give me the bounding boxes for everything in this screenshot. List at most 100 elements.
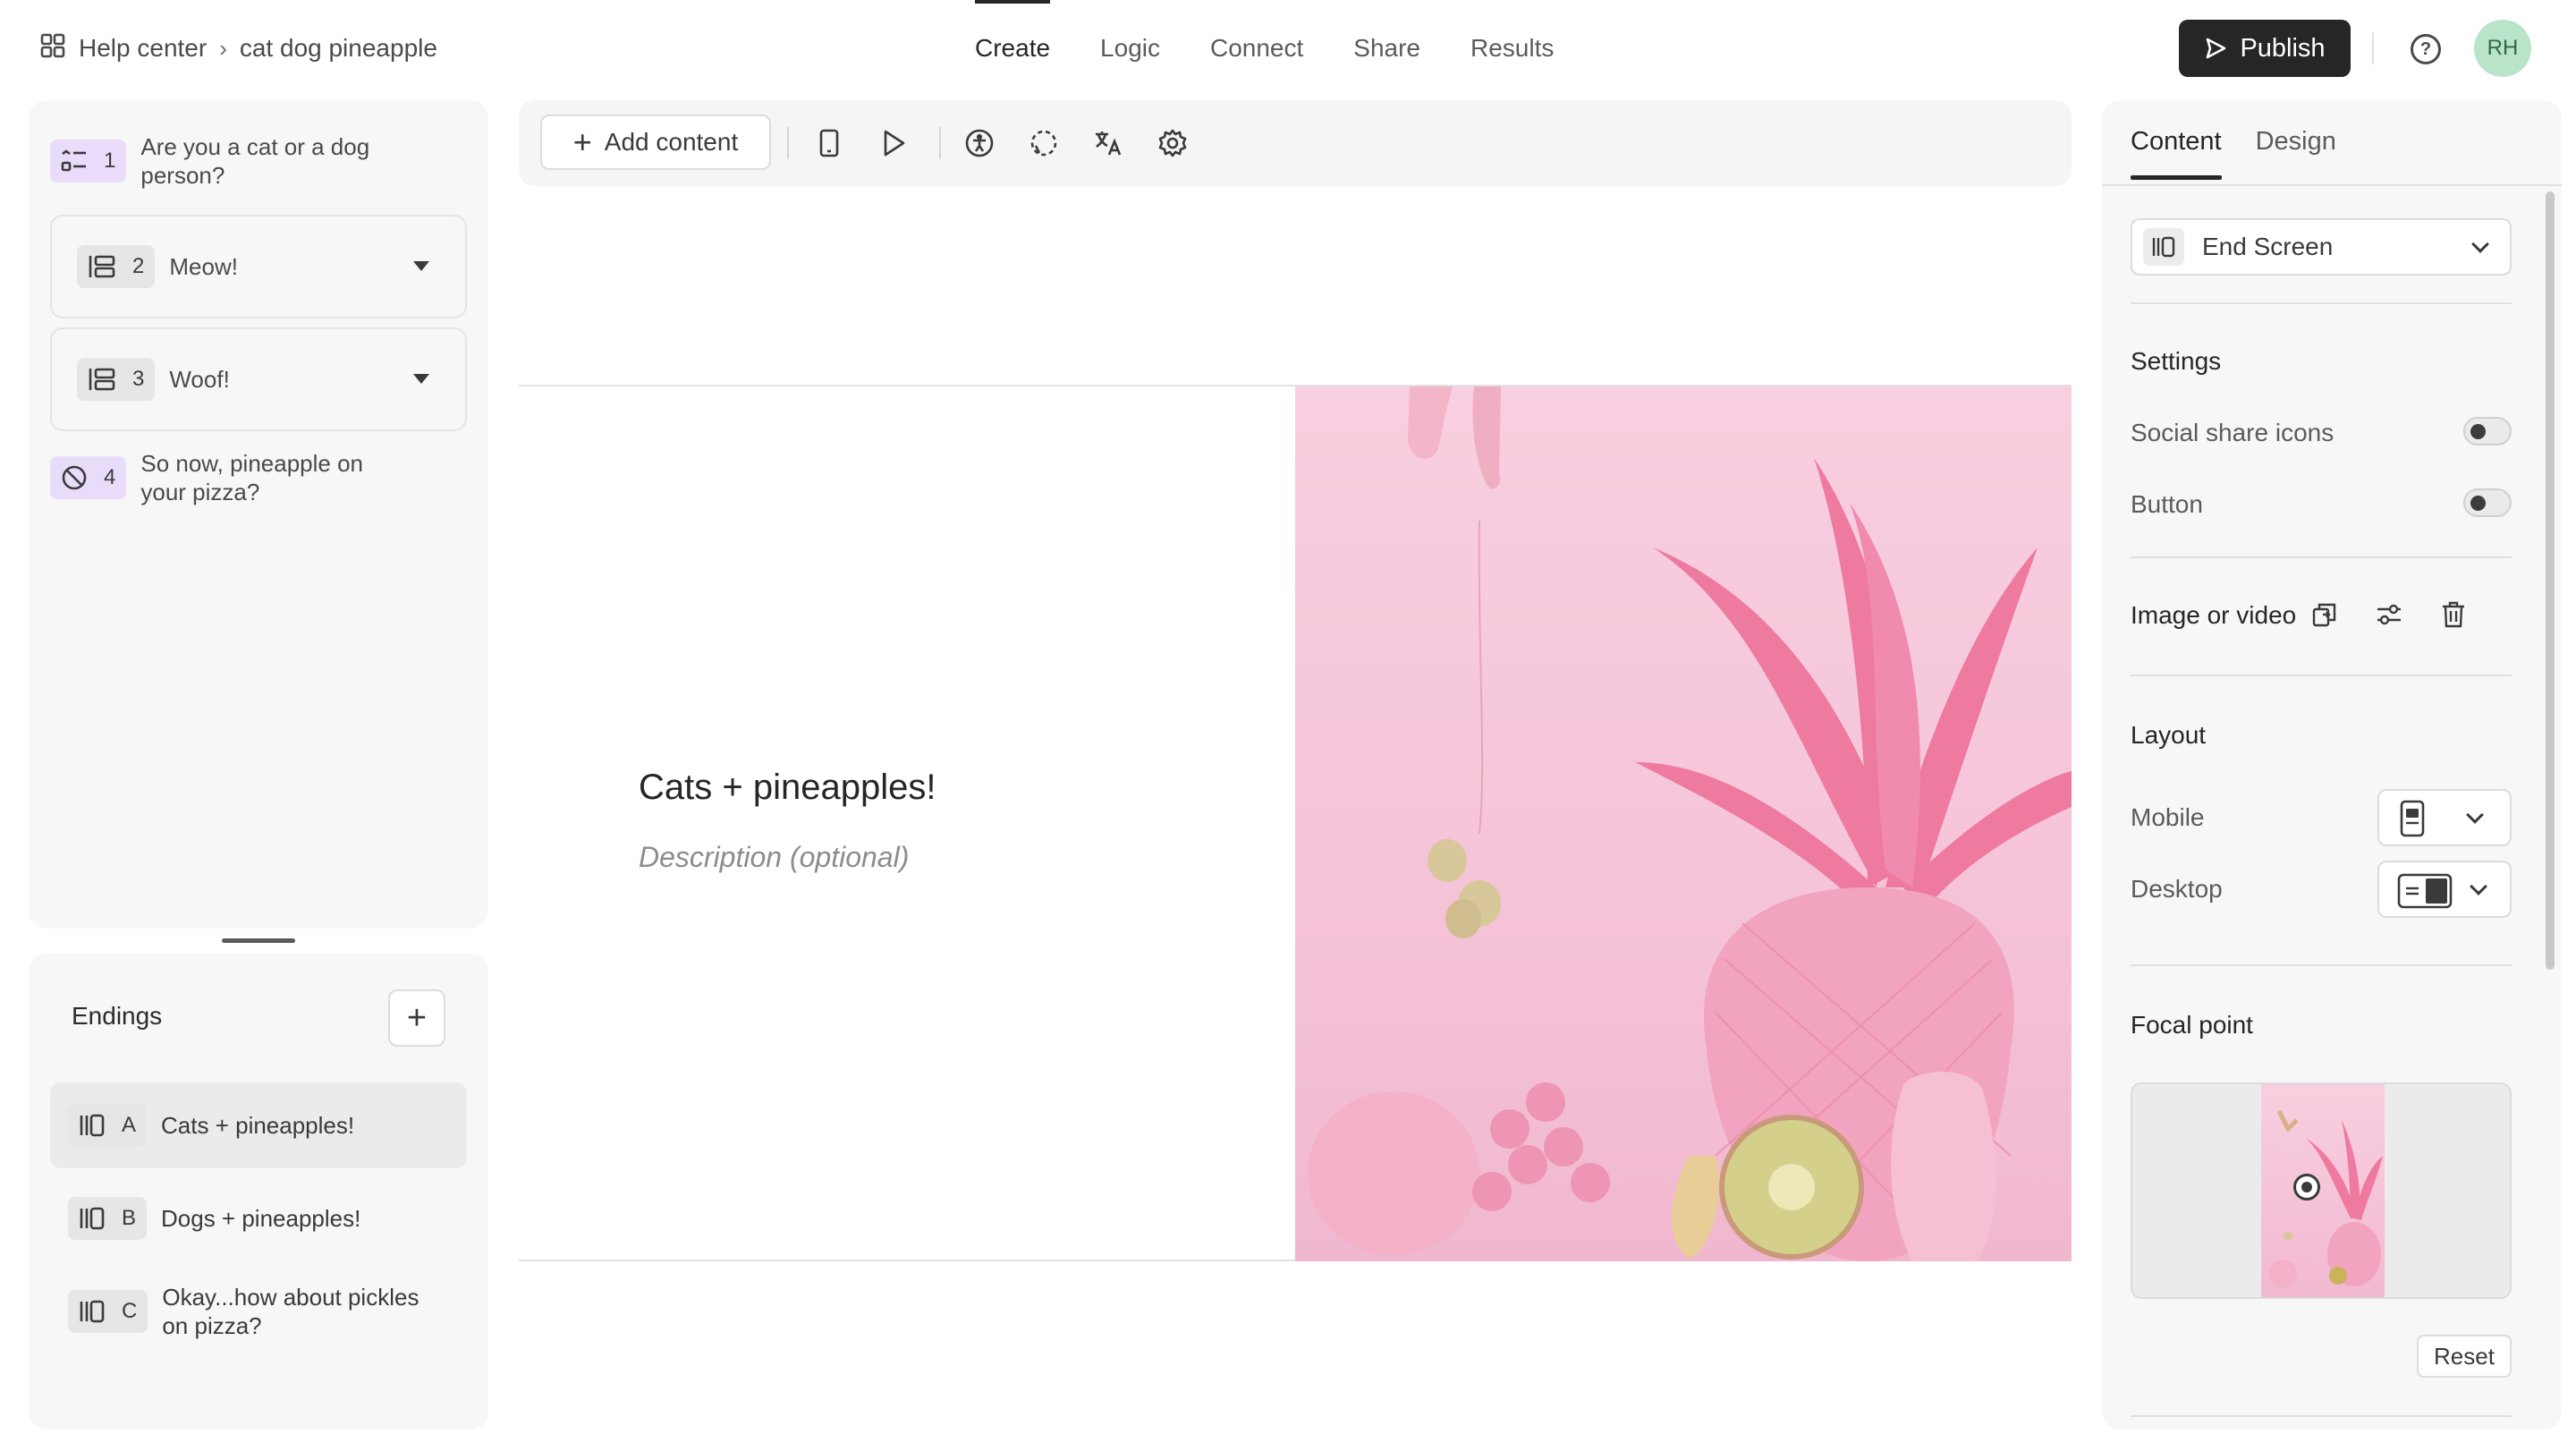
- focal-point-title: Focal point: [2131, 1011, 2253, 1039]
- mobile-layout-select[interactable]: [2377, 789, 2512, 846]
- section-divider: [2131, 556, 2512, 558]
- ending-badge: A: [68, 1104, 148, 1147]
- end-screen-image[interactable]: [1295, 386, 2072, 1261]
- adjust-sliders-icon[interactable]: [2372, 598, 2406, 632]
- question-text: Woof!: [169, 365, 230, 393]
- tab-results[interactable]: Results: [1470, 0, 1554, 97]
- list-icon: [61, 149, 86, 172]
- chevron-down-icon: [2466, 806, 2484, 824]
- social-share-label: Social share icons: [2131, 419, 2334, 446]
- breadcrumb-separator: ›: [219, 34, 227, 62]
- screen-headline[interactable]: Cats + pineapples!: [639, 768, 936, 808]
- button-toggle[interactable]: [2463, 488, 2512, 517]
- question-number: 1: [104, 148, 116, 173]
- tab-connect[interactable]: Connect: [1210, 0, 1303, 97]
- caret-down-icon[interactable]: [413, 374, 429, 384]
- desktop-label: Desktop: [2131, 875, 2223, 903]
- publish-button[interactable]: Publish: [2179, 20, 2351, 77]
- panel-resize-handle[interactable]: [222, 938, 295, 943]
- end-screen-icon: [80, 1114, 105, 1137]
- question-item-4[interactable]: 4 So now, pineapple on your pizza?: [50, 449, 467, 506]
- question-item-1[interactable]: 1 Are you a cat or a dog person?: [50, 132, 467, 190]
- ending-letter: B: [122, 1206, 137, 1230]
- question-item-3[interactable]: 3 Woof!: [50, 327, 467, 431]
- accessibility-icon[interactable]: [962, 126, 996, 160]
- group-icon: [89, 368, 115, 391]
- plus-icon: +: [572, 123, 592, 160]
- question-number: 2: [132, 254, 145, 278]
- question-text: So now, pineapple on your pizza?: [140, 450, 364, 505]
- description-input[interactable]: Description (optional): [639, 841, 909, 874]
- tab-content[interactable]: Content: [2131, 127, 2222, 180]
- questions-panel: 1 Are you a cat or a dog person? 2 Meow!…: [29, 100, 488, 929]
- editor-toolbar: + Add content: [519, 100, 2072, 186]
- replace-image-icon[interactable]: [2308, 598, 2342, 632]
- button-label: Button: [2131, 490, 2203, 518]
- question-number: 4: [104, 465, 116, 489]
- ending-badge: B: [68, 1197, 148, 1240]
- ending-letter: A: [122, 1113, 137, 1137]
- screen-type-value: End Screen: [2202, 233, 2334, 260]
- top-bar: Help center › cat dog pineapple Create L…: [0, 0, 2576, 97]
- question-number: 3: [132, 367, 145, 391]
- tab-share[interactable]: Share: [1353, 0, 1420, 97]
- ending-item-a[interactable]: A Cats + pineapples!: [50, 1082, 467, 1168]
- panel-tabs: Content Design: [2131, 127, 2336, 180]
- add-content-label: Add content: [604, 128, 739, 156]
- tab-create[interactable]: Create: [975, 0, 1051, 97]
- image-or-video-title: Image or video: [2131, 601, 2297, 629]
- mobile-preview-icon[interactable]: [812, 126, 846, 160]
- ending-item-c[interactable]: C Okay...how about pickles on pizza?: [50, 1269, 467, 1354]
- focal-point-marker[interactable]: [2293, 1174, 2320, 1201]
- end-screen-icon: [80, 1300, 105, 1323]
- endings-title: Endings: [72, 1002, 163, 1030]
- question-badge: 1: [50, 140, 127, 182]
- social-share-toggle[interactable]: [2463, 417, 2512, 445]
- mobile-layout-icon: [2400, 800, 2425, 837]
- section-divider: [2131, 675, 2512, 676]
- screen-type-select[interactable]: End Screen: [2131, 218, 2512, 276]
- toolbar-divider: [939, 127, 941, 159]
- pineapple-thumbnail: [2268, 1109, 2383, 1288]
- trash-icon[interactable]: [2436, 598, 2470, 632]
- no-icon: [62, 465, 87, 490]
- header-divider: [2372, 32, 2374, 64]
- play-icon[interactable]: [877, 126, 911, 160]
- add-ending-button[interactable]: +: [388, 989, 445, 1047]
- settings-gear-icon[interactable]: [1156, 126, 1190, 160]
- toolbar-divider: [787, 127, 789, 159]
- grid-icon[interactable]: [39, 32, 66, 65]
- chevron-down-icon: [2470, 878, 2487, 895]
- question-item-2[interactable]: 2 Meow!: [50, 215, 467, 318]
- focal-point-picker[interactable]: [2131, 1082, 2512, 1299]
- ending-letter: C: [122, 1299, 138, 1323]
- caret-down-icon[interactable]: [413, 261, 429, 271]
- mobile-label: Mobile: [2131, 803, 2205, 831]
- section-divider: [2131, 964, 2512, 966]
- translate-icon[interactable]: [1091, 126, 1125, 160]
- properties-panel: Content Design End Screen Settings Socia…: [2102, 100, 2562, 1430]
- end-screen-icon: [80, 1207, 105, 1230]
- question-text: Are you a cat or a dog person?: [140, 133, 370, 189]
- group-icon: [89, 255, 115, 278]
- send-icon: [2207, 38, 2226, 59]
- breadcrumb-current[interactable]: cat dog pineapple: [240, 34, 437, 63]
- breadcrumb-home[interactable]: Help center: [79, 34, 207, 63]
- desktop-layout-select[interactable]: [2377, 861, 2512, 918]
- reset-button[interactable]: Reset: [2417, 1335, 2512, 1378]
- main-nav: Create Logic Connect Share Results: [975, 0, 1554, 97]
- avatar[interactable]: RH: [2474, 20, 2531, 77]
- ending-text: Okay...how about pickles on pizza?: [162, 1284, 419, 1339]
- question-badge: 2: [77, 245, 156, 288]
- tab-design[interactable]: Design: [2256, 127, 2336, 157]
- ending-text: Cats + pineapples!: [161, 1112, 355, 1139]
- theme-loading-icon[interactable]: [1027, 126, 1061, 160]
- ending-text: Dogs + pineapples!: [161, 1205, 361, 1232]
- help-icon[interactable]: ?: [2411, 34, 2441, 64]
- properties-scrollbar[interactable]: [2546, 191, 2555, 970]
- ending-item-b[interactable]: B Dogs + pineapples!: [50, 1175, 467, 1261]
- add-content-button[interactable]: + Add content: [540, 115, 771, 170]
- tab-logic[interactable]: Logic: [1100, 0, 1160, 97]
- end-screen-icon: [2143, 228, 2184, 266]
- ending-badge: C: [68, 1290, 148, 1333]
